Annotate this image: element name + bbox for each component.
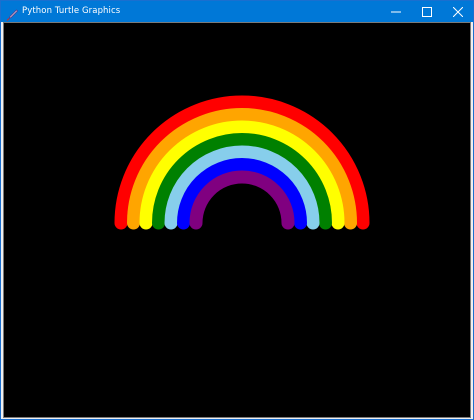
minimize-icon (390, 11, 401, 12)
close-button[interactable] (442, 1, 473, 22)
feather-pen-icon (6, 6, 19, 21)
maximize-icon (421, 6, 432, 17)
maximize-button[interactable] (411, 1, 442, 22)
window-controls (380, 1, 473, 22)
turtle-canvas[interactable] (3, 22, 471, 418)
title-bar[interactable]: Python Turtle Graphics (1, 1, 473, 22)
rainbow-drawing (114, 95, 370, 230)
window-title: Python Turtle Graphics (22, 6, 121, 16)
minimize-button[interactable] (380, 1, 411, 22)
rainbow-band-purple (189, 170, 295, 230)
client-area (3, 22, 471, 418)
turtle-window: Python Turtle Graphics (0, 0, 474, 420)
close-icon (452, 6, 463, 17)
